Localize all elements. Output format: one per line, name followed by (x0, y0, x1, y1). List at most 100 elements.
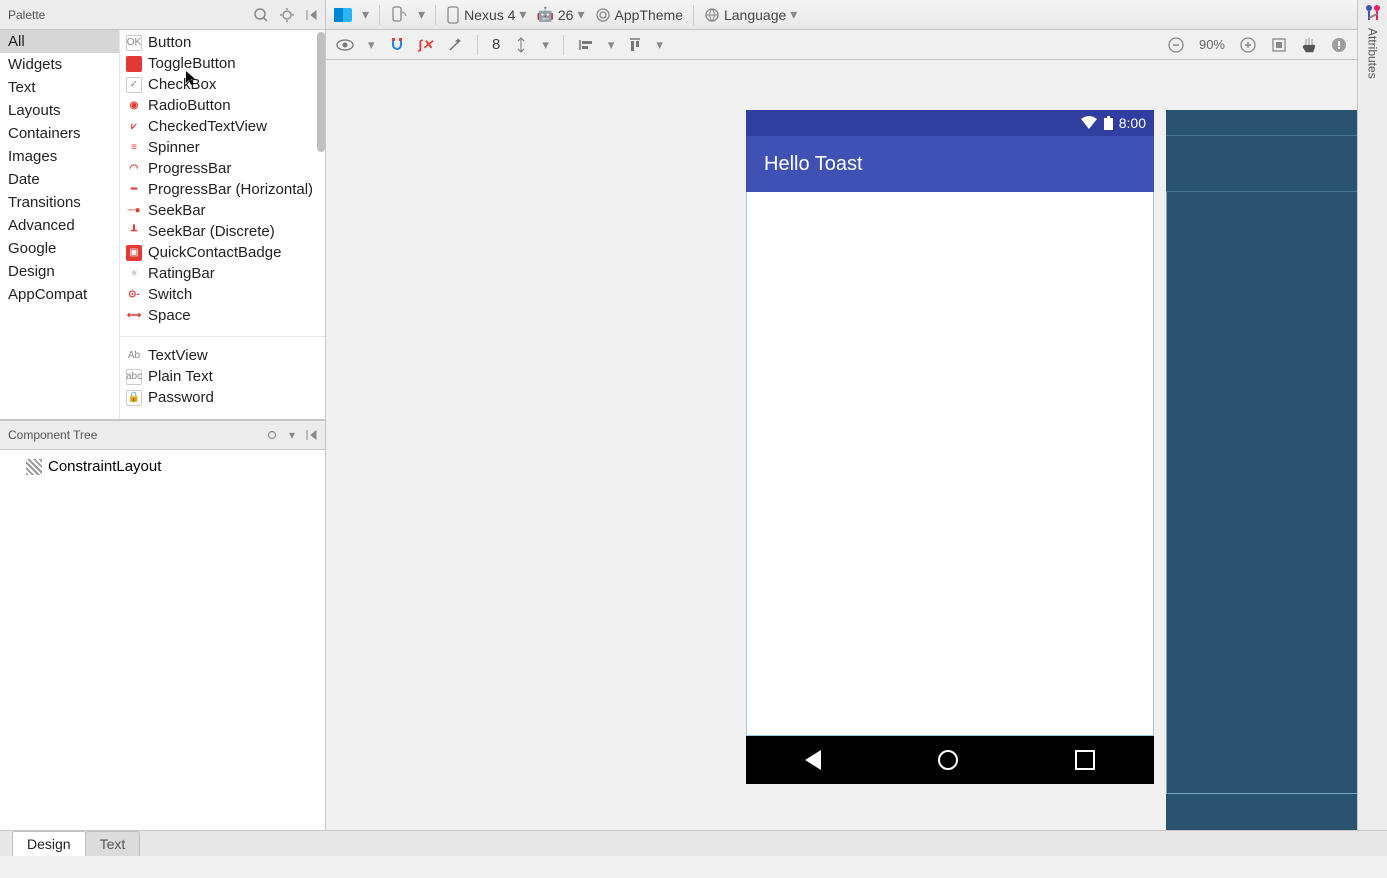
component-label: RadioButton (148, 97, 231, 114)
palette-component-item[interactable]: ─●SeekBar (120, 200, 325, 221)
component-tree-header: Component Tree ▾ (0, 420, 325, 450)
attributes-icon (1364, 4, 1382, 22)
warning-icon[interactable] (1331, 37, 1347, 53)
palette-component-item[interactable]: ★RatingBar (120, 263, 325, 284)
palette-category-item[interactable]: All (0, 30, 119, 53)
scrollbar[interactable] (317, 32, 325, 152)
palette-component-item[interactable]: ━ProgressBar (Horizontal) (120, 179, 325, 200)
palette-category-item[interactable]: Date (0, 168, 119, 191)
bottom-tabs: Design Text (0, 830, 1387, 856)
palette-component-item[interactable]: OKButton (120, 32, 325, 53)
palette-category-item[interactable]: Design (0, 260, 119, 283)
gear-icon[interactable] (265, 428, 279, 442)
margin-value[interactable]: 8 (492, 36, 500, 53)
palette-component-item[interactable]: ⩗CheckedTextView (120, 116, 325, 137)
status-time: 8:00 (1119, 115, 1146, 131)
component-label: Plain Text (148, 368, 213, 385)
component-label: ToggleButton (148, 55, 236, 72)
nav-recent-icon[interactable] (1075, 750, 1095, 770)
component-label: ProgressBar (Horizontal) (148, 181, 313, 198)
palette-component-item[interactable]: ⊙-Switch (120, 284, 325, 305)
palette-category-item[interactable]: Containers (0, 122, 119, 145)
tab-design[interactable]: Design (12, 831, 86, 856)
zoom-out-icon[interactable] (1167, 36, 1185, 54)
app-bar: Hello Toast (746, 136, 1154, 192)
layout-body[interactable] (746, 192, 1154, 736)
orientation-icon[interactable] (390, 6, 408, 24)
fx-icon[interactable]: ∫✕ (419, 37, 433, 53)
palette-category-item[interactable]: Transitions (0, 191, 119, 214)
app-title: Hello Toast (764, 153, 863, 176)
component-label: CheckedTextView (148, 118, 267, 135)
chevron-down-icon[interactable]: ▾ (289, 428, 295, 442)
magnet-icon[interactable] (389, 37, 405, 53)
design-surface-icon[interactable] (334, 6, 352, 24)
halign-icon[interactable] (578, 38, 594, 52)
component-label: SeekBar (Discrete) (148, 223, 275, 240)
component-label: Button (148, 34, 191, 51)
palette-component-item[interactable]: 🔒Password (120, 387, 325, 408)
palette-category-item[interactable]: Advanced (0, 214, 119, 237)
blueprint-preview[interactable] (1166, 110, 1357, 830)
chevron-down-icon[interactable]: ▾ (418, 6, 425, 23)
wifi-icon (1080, 116, 1098, 130)
constraintlayout-icon (26, 459, 42, 475)
nav-home-icon[interactable] (938, 750, 958, 770)
tree-root-label[interactable]: ConstraintLayout (48, 458, 161, 475)
palette-category-item[interactable]: Text (0, 76, 119, 99)
zoom-in-icon[interactable] (1239, 36, 1257, 54)
component-label: Spinner (148, 139, 200, 156)
zoom-value: 90% (1199, 37, 1225, 52)
component-tree[interactable]: ConstraintLayout (0, 450, 325, 830)
palette-component-item[interactable]: ▣QuickContactBadge (120, 242, 325, 263)
wand-icon[interactable] (447, 37, 463, 53)
palette-category-item[interactable]: Images (0, 145, 119, 168)
fit-icon[interactable] (1271, 37, 1287, 53)
attributes-panel-tab[interactable]: Attributes (1357, 0, 1387, 830)
palette-component-item[interactable]: ToggleButton (120, 53, 325, 74)
palette-component-item[interactable]: ⟷Space (120, 305, 325, 326)
component-label: Password (148, 389, 214, 406)
device-picker[interactable]: Nexus 4 ▾ (446, 6, 526, 24)
design-toolbar: ▾ ∫✕ 8 ▾ ▾ ▾ 90% (326, 30, 1357, 60)
component-label: ProgressBar (148, 160, 231, 177)
palette-category-item[interactable]: Google (0, 237, 119, 260)
design-canvas[interactable]: 8:00 Hello Toast ⤡ (326, 60, 1357, 830)
component-label: CheckBox (148, 76, 216, 93)
palette-category-item[interactable]: AppCompat (0, 283, 119, 306)
device-preview[interactable]: 8:00 Hello Toast (746, 110, 1154, 784)
palette-component-item[interactable]: ◉RadioButton (120, 95, 325, 116)
palette-category-item[interactable]: Layouts (0, 99, 119, 122)
vspace-icon[interactable] (514, 37, 528, 53)
chevron-down-icon[interactable]: ▾ (362, 6, 369, 23)
palette-header: Palette (0, 0, 325, 30)
gear-icon[interactable] (279, 7, 295, 23)
status-bar: 8:00 (746, 110, 1154, 136)
chevron-down-icon[interactable]: ▾ (368, 37, 375, 53)
pan-icon[interactable] (1301, 37, 1317, 53)
language-picker[interactable]: Language ▾ (704, 6, 797, 23)
collapse-icon[interactable] (305, 428, 319, 442)
config-toolbar: ▾ ▾ Nexus 4 ▾ 🤖 26 ▾ AppTheme (326, 0, 1357, 30)
api-picker[interactable]: 🤖 26 ▾ (536, 6, 584, 23)
valign-icon[interactable] (628, 37, 642, 53)
palette-component-item[interactable]: ✓CheckBox (120, 74, 325, 95)
palette-categories: AllWidgetsTextLayoutsContainersImagesDat… (0, 30, 120, 419)
palette-component-item[interactable]: ≡Spinner (120, 137, 325, 158)
palette-components: OKButton ToggleButton ✓CheckBox◉RadioButto… (120, 30, 325, 419)
component-tree-title: Component Tree (8, 428, 97, 442)
palette-component-item[interactable]: ◠ProgressBar (120, 158, 325, 179)
search-icon[interactable] (253, 7, 269, 23)
palette-component-item[interactable]: ┸SeekBar (Discrete) (120, 221, 325, 242)
palette-component-item[interactable]: abcPlain Text (120, 366, 325, 387)
tab-text[interactable]: Text (85, 831, 141, 856)
palette-component-item[interactable]: AbTextView (120, 336, 325, 366)
component-label: Switch (148, 286, 192, 303)
nav-back-icon[interactable] (805, 750, 821, 770)
palette-title: Palette (8, 8, 45, 22)
eye-icon[interactable] (336, 38, 354, 52)
collapse-icon[interactable] (305, 8, 319, 22)
theme-picker[interactable]: AppTheme (595, 7, 683, 23)
palette-category-item[interactable]: Widgets (0, 53, 119, 76)
component-label: SeekBar (148, 202, 206, 219)
